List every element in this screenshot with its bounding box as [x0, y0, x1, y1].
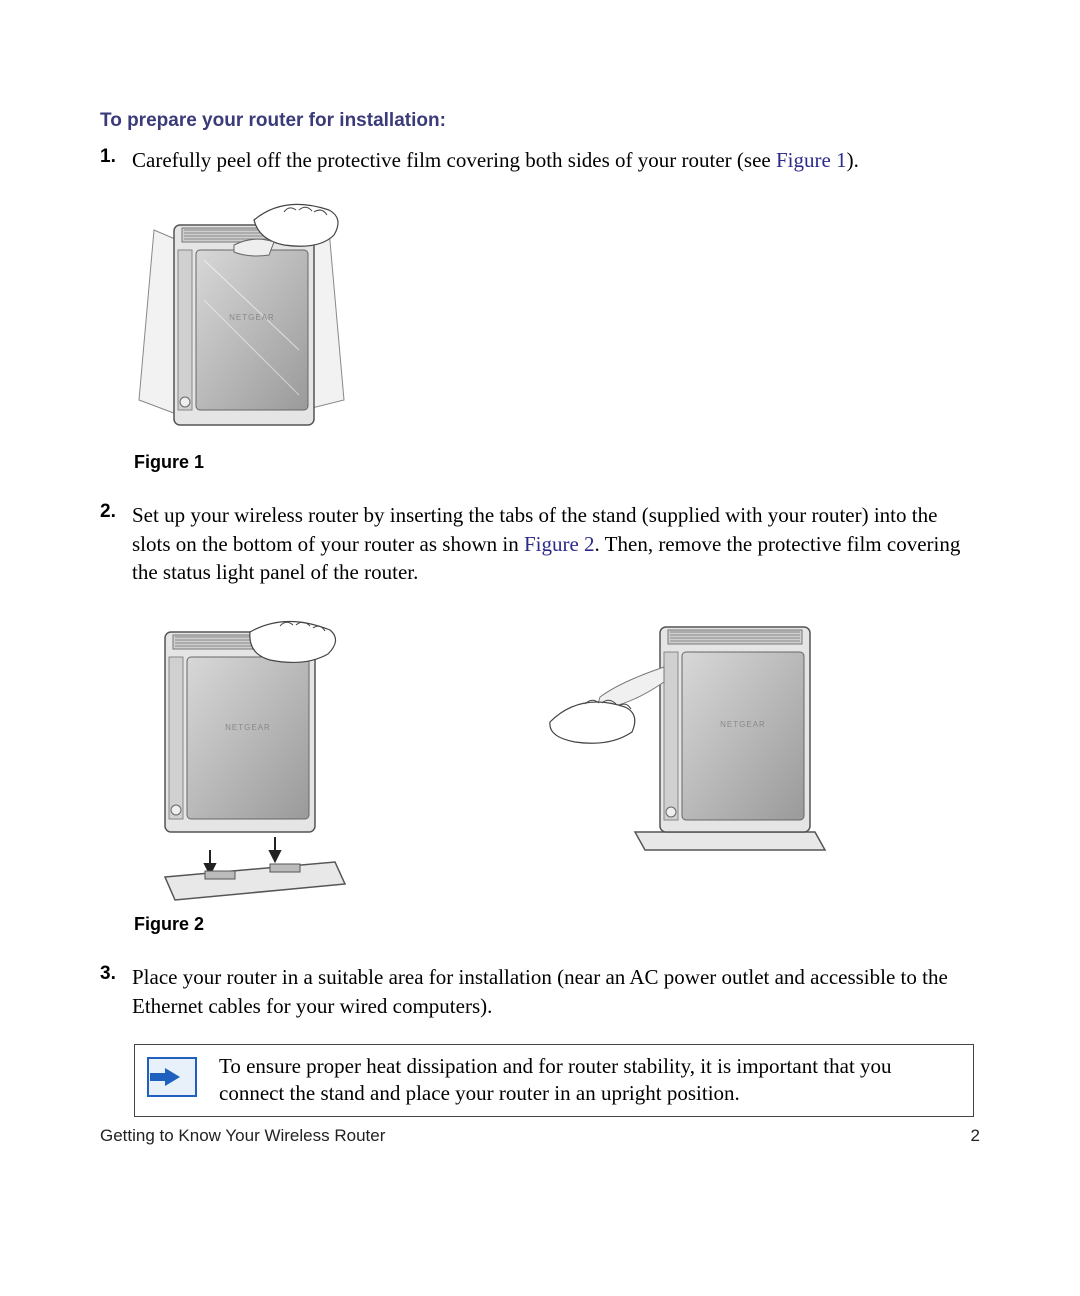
figure-reference[interactable]: Figure 1	[776, 148, 847, 172]
svg-text:NETGEAR: NETGEAR	[720, 720, 766, 729]
step-body: Set up your wireless router by inserting…	[132, 501, 980, 586]
step-2: 2. Set up your wireless router by insert…	[100, 501, 980, 586]
step-3: 3. Place your router in a suitable area …	[100, 963, 980, 1020]
step-body: Place your router in a suitable area for…	[132, 963, 980, 1020]
figure-1-image: NETGEAR	[134, 200, 980, 440]
step-body: Carefully peel off the protective film c…	[132, 146, 980, 174]
page-footer: Getting to Know Your Wireless Router 2	[100, 1126, 980, 1146]
step-number: 1.	[100, 146, 132, 174]
section-heading: To prepare your router for installation:	[100, 110, 980, 132]
figure-2-images: NETGEAR	[120, 612, 980, 902]
note-text: To ensure proper heat dissipation and fo…	[219, 1053, 961, 1108]
footer-section-title: Getting to Know Your Wireless Router	[100, 1126, 385, 1146]
figure-reference[interactable]: Figure 2	[524, 532, 595, 556]
note-box: To ensure proper heat dissipation and fo…	[134, 1044, 974, 1117]
figure-2-caption: Figure 2	[134, 914, 980, 935]
step-text: Place your router in a suitable area for…	[132, 965, 948, 1017]
step-number: 3.	[100, 963, 132, 1020]
footer-page-number: 2	[971, 1126, 980, 1146]
arrow-icon	[147, 1057, 197, 1097]
step-text-tail: ).	[847, 148, 859, 172]
svg-text:NETGEAR: NETGEAR	[225, 723, 271, 732]
step-text: Carefully peel off the protective film c…	[132, 148, 776, 172]
page: To prepare your router for installation:…	[0, 0, 1080, 1296]
svg-text:NETGEAR: NETGEAR	[229, 313, 275, 322]
figure-1-caption: Figure 1	[134, 452, 980, 473]
step-1: 1. Carefully peel off the protective fil…	[100, 146, 980, 174]
step-number: 2.	[100, 501, 132, 586]
